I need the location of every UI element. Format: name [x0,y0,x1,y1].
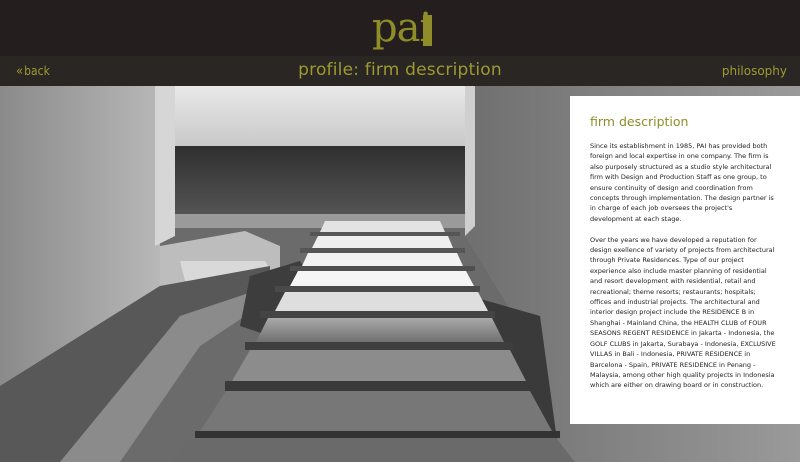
paragraph: Since its establishment in 1985, PAI has… [590,142,774,223]
header: pai [0,0,800,56]
philosophy-link[interactable]: philosophy [722,64,787,78]
nav-bar: «back profile: firm description philosop… [0,56,800,86]
logo-tag [423,15,432,46]
page-title: profile: firm description [298,60,502,80]
firm-description-panel: firm description Since its establishment… [570,96,800,424]
page: pai «back profile: firm description phil… [0,0,800,462]
panel-title: firm description [590,114,689,129]
panel-body: Since its establishment in 1985, PAI has… [590,141,776,401]
paragraph: Over the years we have developed a reput… [590,235,776,390]
pai-logo[interactable]: pai [372,6,432,52]
